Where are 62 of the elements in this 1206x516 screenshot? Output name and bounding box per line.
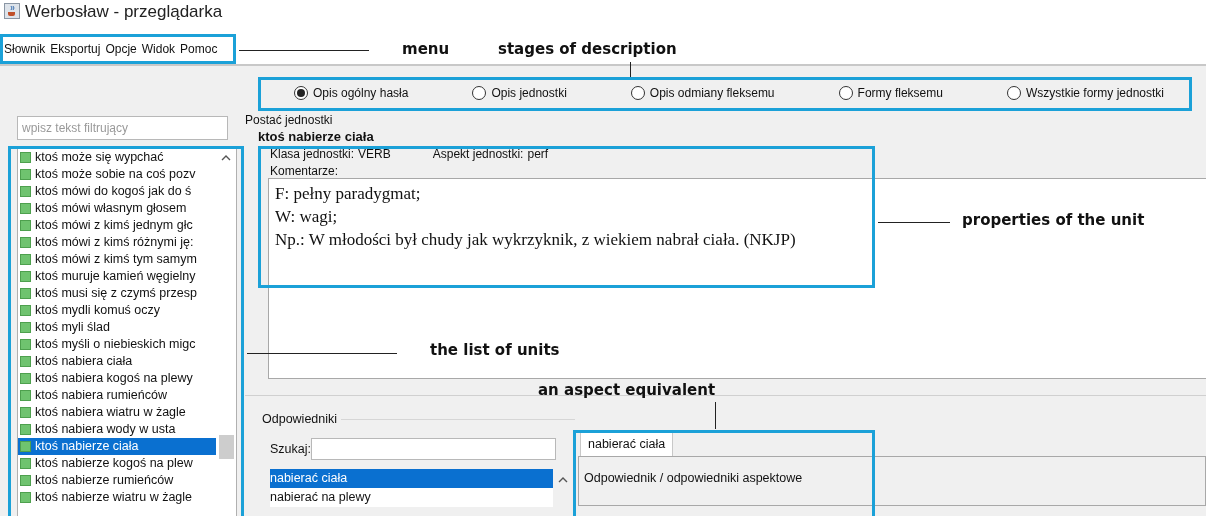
unit-list-item[interactable]: ktoś myli ślad xyxy=(18,319,216,336)
field-label: Komentarze: xyxy=(269,164,340,178)
stage-radio[interactable]: Opis odmiany fleksemu xyxy=(630,86,775,100)
unit-list-item[interactable]: ktoś mówi z kimś różnymi ję: xyxy=(18,234,216,251)
field-label: Klasa jednostki: xyxy=(270,147,355,161)
java-cup-icon xyxy=(4,3,20,19)
stage-radio[interactable]: Opis jednostki xyxy=(472,86,567,100)
stage-radio[interactable]: Formy fleksemu xyxy=(838,86,943,100)
unit-name: ktoś nabierze ciała xyxy=(257,129,375,144)
search-field[interactable] xyxy=(311,438,556,460)
callout-label: the list of units xyxy=(430,341,560,359)
unit-list-item[interactable]: ktoś nabiera rumieńców xyxy=(18,387,216,404)
unit-list-item[interactable]: ktoś mówi do kogoś jak do ś xyxy=(18,183,216,200)
field-value: VERB xyxy=(358,147,391,161)
tab[interactable]: nabierać ciała xyxy=(580,431,674,456)
leader-line xyxy=(878,222,950,223)
scroll-up-icon[interactable] xyxy=(221,155,231,161)
unit-list-item[interactable]: ktoś nabierze kogoś na plew xyxy=(18,455,216,472)
unit-list-item[interactable]: ktoś myśli o niebieskich migc xyxy=(18,336,216,353)
menu-item[interactable]: Słownik xyxy=(4,42,46,56)
scroll-thumb[interactable] xyxy=(219,435,234,459)
unit-list-item[interactable]: ktoś może sobie na coś pozv xyxy=(18,166,216,183)
field-label: Aspekt jednostki: xyxy=(432,147,524,161)
callout-label: stages of description xyxy=(498,40,677,58)
unit-list-item[interactable]: ktoś nabierze wiatru w żagle xyxy=(18,489,216,506)
unit-list-item[interactable]: ktoś nabiera kogoś na plewy xyxy=(18,370,216,387)
leader-line xyxy=(715,402,716,429)
callout-label: an aspect equivalent xyxy=(538,381,716,399)
unit-list-item[interactable]: ktoś musi się z czymś przesp xyxy=(18,285,216,302)
comment-line: W: wagi; xyxy=(275,206,338,228)
menu-item[interactable]: Pomoc xyxy=(180,42,218,56)
search-label: Szukaj: xyxy=(270,442,311,456)
callout-label: menu xyxy=(402,40,450,58)
unit-list-item[interactable]: ktoś nabiera wiatru w żagle xyxy=(18,404,216,421)
unit-list-item[interactable]: ktoś nabierze rumieńców xyxy=(18,472,216,489)
equivalent-list-item[interactable]: nabierać ciała xyxy=(270,469,553,488)
unit-list-item[interactable]: ktoś nabiera wody w usta xyxy=(18,421,216,438)
unit-list-item[interactable]: ktoś muruje kamień węgielny xyxy=(18,268,216,285)
group-title: Odpowiedniki xyxy=(262,412,338,426)
callout-label: properties of the unit xyxy=(962,211,1145,229)
field-label: Postać jednostki xyxy=(245,113,334,127)
unit-list-item[interactable]: ktoś mówi z kimś tym samym xyxy=(18,251,216,268)
menu-item[interactable]: Eksportuj xyxy=(50,42,101,56)
filter-field[interactable]: wpisz tekst filtrujący xyxy=(17,116,228,140)
unit-list-item[interactable]: ktoś mówi z kimś jednym głc xyxy=(18,217,216,234)
unit-list-item[interactable]: ktoś mówi własnym głosem xyxy=(18,200,216,217)
section-label: Odpowiednik / odpowiedniki aspektowe xyxy=(584,471,803,485)
menu-item[interactable]: Opcje xyxy=(105,42,137,56)
comment-line: F: pełny paradygmat; xyxy=(275,183,421,205)
equivalent-list-item[interactable]: nabierać na plewy xyxy=(270,488,553,507)
unit-list-item[interactable]: ktoś może się wypchać xyxy=(18,149,216,166)
comment-line: Np.: W młodości był chudy jak wykrzyknik, z wiekiem nabrał ciała. (NKJP) xyxy=(275,229,796,251)
unit-list-item[interactable]: ktoś nabierze ciała xyxy=(18,438,216,455)
stage-radio[interactable]: Opis ogólny hasła xyxy=(294,86,409,100)
unit-list-item[interactable]: ktoś nabiera ciała xyxy=(18,353,216,370)
menu-item[interactable]: Widok xyxy=(141,42,176,56)
field-value: perf xyxy=(527,147,549,161)
window-title: Werbosław - przeglądarka xyxy=(25,2,223,22)
scroll-up-icon[interactable] xyxy=(558,477,568,483)
stage-radio[interactable]: Wszystkie formy jednostki xyxy=(1006,86,1164,100)
leader-line xyxy=(630,62,631,77)
unit-list-item[interactable]: ktoś mydli komuś oczy xyxy=(18,302,216,319)
